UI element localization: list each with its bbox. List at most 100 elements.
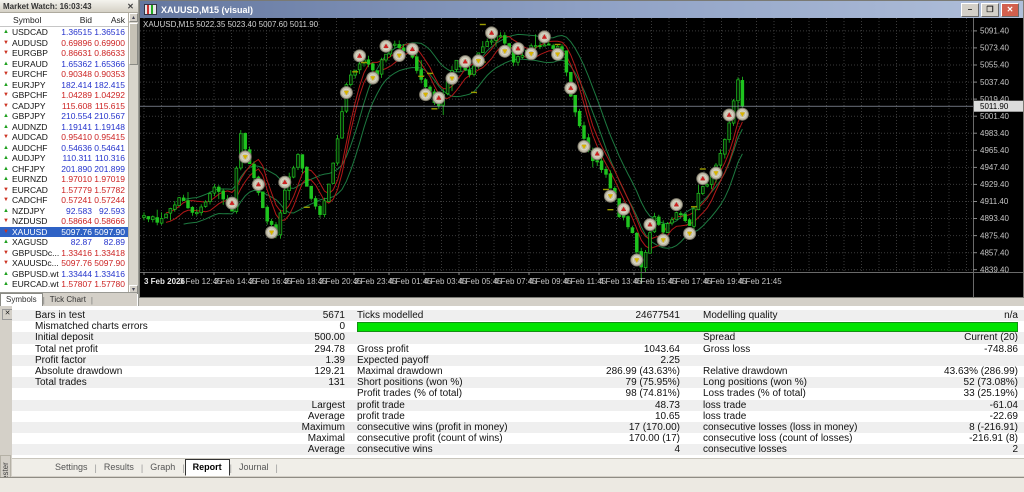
- tab-settings[interactable]: Settings: [48, 459, 95, 476]
- tab-graph[interactable]: Graph: [143, 459, 182, 476]
- symbol-label: USDCAD: [12, 27, 48, 37]
- ask-value: 0.69900: [94, 37, 125, 48]
- bid-value: 5097.76: [61, 258, 92, 268]
- symbol-label: AUDUSD: [12, 37, 48, 48]
- report-row: Average profit trade 10.65 loss trade -22.69: [12, 411, 1024, 422]
- column-bid[interactable]: Bid: [56, 15, 92, 25]
- symbol-label: EURCHF: [12, 69, 48, 79]
- market-watch-row[interactable]: ▼ EURCHF 0.90348 0.90353: [0, 69, 138, 80]
- market-watch-row[interactable]: ▼ NZDUSD 0.58664 0.58666: [0, 216, 138, 227]
- tab-results[interactable]: Results: [97, 459, 141, 476]
- restore-icon[interactable]: ❐: [981, 2, 999, 17]
- ask-value: 1.65366: [94, 58, 125, 69]
- market-watch-row[interactable]: ▲ AUDNZD 1.19141 1.19148: [0, 122, 138, 133]
- report-label: Gross loss: [703, 343, 751, 355]
- market-watch-row[interactable]: ▲ EURJPY 182.414 182.415: [0, 80, 138, 91]
- bid-value: 1.97010: [61, 174, 92, 184]
- column-symbol[interactable]: Symbol: [0, 15, 56, 25]
- market-watch-row[interactable]: ▲ CHFJPY 201.890 201.899: [0, 164, 138, 175]
- market-watch-row[interactable]: ▲ EURAUD 1.65362 1.65366: [0, 59, 138, 70]
- scrollbar-thumb[interactable]: [129, 23, 138, 65]
- report-label: Absolute drawdown: [35, 365, 123, 377]
- symbol-label: AUDJPY: [12, 153, 46, 163]
- svg-text:4965.40: 4965.40: [980, 146, 1009, 155]
- report-label: profit trade: [357, 410, 405, 422]
- report-label: Relative drawdown: [703, 365, 788, 377]
- column-ask[interactable]: Ask: [92, 15, 125, 25]
- market-watch-row[interactable]: ▲ EURNZD 1.97010 1.97019: [0, 174, 138, 185]
- market-watch-row[interactable]: ▼ CADJPY 115.608 115.615: [0, 101, 138, 112]
- market-watch-row[interactable]: ▲ GBPUSD.wt 1.33444 1.33416: [0, 269, 138, 280]
- market-watch-row[interactable]: ▼ GBPUSDc... 1.33416 1.33418: [0, 248, 138, 259]
- tab-tick-chart[interactable]: Tick Chart: [45, 294, 91, 306]
- market-watch-row[interactable]: ▼ CADCHF 0.57241 0.57244: [0, 195, 138, 206]
- report-label: Gross profit: [357, 343, 409, 355]
- report-value: n/a: [1004, 310, 1018, 321]
- market-watch-row[interactable]: ▼ AUDUSD 0.69896 0.69900: [0, 38, 138, 49]
- report-label: Mismatched charts errors: [35, 321, 148, 333]
- report-label: consecutive wins (profit in money): [357, 421, 508, 433]
- svg-text:5091.40: 5091.40: [980, 27, 1009, 36]
- bid-value: 0.95410: [61, 132, 92, 142]
- report-value: Largest: [311, 399, 345, 411]
- report-label: Bars in test: [35, 310, 86, 321]
- tab-symbols[interactable]: Symbols: [0, 293, 43, 306]
- current-price-box: 5011.90: [980, 102, 1009, 111]
- report-row: Profit factor 1.39 Expected payoff 2.25: [12, 354, 1024, 366]
- report-row: Average consecutive wins 4 consecutive loss…: [12, 444, 1024, 456]
- bid-value: 110.311: [62, 153, 92, 163]
- market-watch-row[interactable]: ▲ GBPJPY 210.554 210.567: [0, 111, 138, 122]
- chart-icon: [144, 4, 157, 15]
- market-watch-row[interactable]: ▲ NZDJPY 92.583 92.593: [0, 206, 138, 217]
- down-arrow-icon: ▼: [3, 249, 9, 256]
- scroll-up-icon[interactable]: ▴: [129, 13, 138, 22]
- tab-separator: |: [90, 296, 93, 305]
- report-label: Ticks modelled: [357, 310, 424, 321]
- ask-value: 1.33416: [94, 268, 125, 279]
- market-watch-row[interactable]: ▲ USDCAD 1.36515 1.36516: [0, 27, 138, 38]
- symbol-label: EURJPY: [12, 79, 46, 90]
- down-arrow-icon: ▼: [3, 197, 9, 203]
- market-watch-row[interactable]: ▼ EURGBP 0.86631 0.86633: [0, 48, 138, 59]
- market-watch-row[interactable]: ▲ XAGUSD 82.87 82.89: [0, 237, 138, 248]
- report-label: consecutive losses (loss in money): [703, 421, 858, 433]
- chart-titlebar[interactable]: XAUUSD,M15 (visual) – ❐ ✕: [140, 1, 1023, 18]
- market-watch-row[interactable]: ▼ XAUUSD 5097.76 5097.90: [0, 226, 138, 237]
- ask-value: 1.57780: [94, 279, 125, 289]
- price-chart[interactable]: 5091.405073.405055.405037.405019.405001.…: [140, 18, 1023, 297]
- tab-report[interactable]: Report: [184, 459, 230, 476]
- ask-value: 210.567: [94, 111, 125, 121]
- ask-value: 110.316: [94, 153, 125, 163]
- tab-separator: |: [275, 462, 278, 473]
- market-watch-row[interactable]: ▲ AUDJPY 110.311 110.316: [0, 153, 138, 164]
- report-value: 4: [674, 444, 680, 456]
- bid-value: 0.57241: [61, 195, 92, 205]
- market-watch-row[interactable]: ▼ EURCAD 1.57779 1.57782: [0, 185, 138, 196]
- bid-value: 201.890: [61, 163, 92, 174]
- close-icon[interactable]: ✕: [1001, 2, 1019, 17]
- symbol-label: XAUUSD: [12, 226, 48, 237]
- up-arrow-icon: ▲: [3, 207, 9, 214]
- close-icon[interactable]: ✕: [126, 2, 135, 11]
- market-watch-scrollbar[interactable]: ▴ ▾: [128, 13, 138, 294]
- market-watch-row[interactable]: ▼ AUDCAD 0.95410 0.95415: [0, 132, 138, 143]
- ask-value: 201.899: [94, 163, 125, 174]
- market-watch-row[interactable]: ▼ GBPCHF 1.04289 1.04292: [0, 90, 138, 101]
- report-label: Short positions (won %): [357, 377, 463, 389]
- market-watch-titlebar: Market Watch: 16:03:43 ✕: [0, 0, 138, 13]
- minimize-icon[interactable]: –: [961, 2, 979, 17]
- ask-value: 0.95415: [94, 132, 125, 142]
- report-label: consecutive wins: [357, 444, 433, 456]
- svg-text:4893.40: 4893.40: [980, 214, 1009, 223]
- market-watch-row[interactable]: ▼ XAUUSDc... 5097.76 5097.90: [0, 258, 138, 269]
- down-arrow-icon: ▼: [3, 218, 9, 224]
- symbol-label: CADCHF: [12, 195, 48, 205]
- market-watch-row[interactable]: ▲ AUDCHF 0.54636 0.54641: [0, 143, 138, 154]
- down-arrow-icon: ▼: [3, 39, 9, 46]
- market-watch-row[interactable]: ▲ EURCAD.wt 1.57807 1.57780: [0, 279, 138, 290]
- ask-value: 1.97019: [94, 174, 125, 184]
- report-value: 8 (-216.91): [969, 421, 1018, 433]
- bid-value: 1.36515: [61, 27, 92, 37]
- svg-text:5073.40: 5073.40: [980, 44, 1009, 53]
- tab-journal[interactable]: Journal: [232, 459, 276, 476]
